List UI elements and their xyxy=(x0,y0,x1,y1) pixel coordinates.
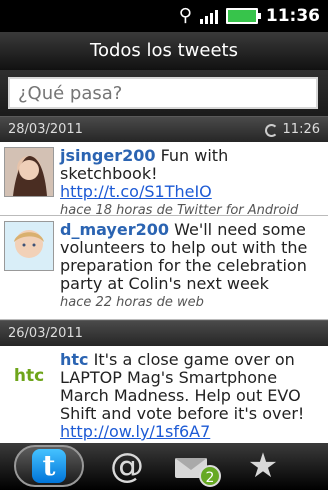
refresh-button[interactable]: 11:26 xyxy=(264,117,320,143)
status-icons: ⚲ 11:36 xyxy=(179,4,320,28)
usb-icon: ⚲ xyxy=(178,5,192,26)
tweet-card[interactable]: htc htc It's a close game over on LAPTOP… xyxy=(0,346,328,444)
htc-logo-text: htc xyxy=(13,366,45,386)
message-count-badge: 2 xyxy=(199,465,221,487)
child-avatar xyxy=(4,221,54,271)
tweet-content: d_mayer200 We'll need some volunteers to… xyxy=(60,221,322,312)
refresh-time: 11:26 xyxy=(282,122,320,137)
woman-avatar xyxy=(4,147,54,197)
tweet-text: It's a close game over on LAPTOP Mag's S… xyxy=(60,350,305,423)
date-header: 28/03/2011 11:26 xyxy=(0,116,328,142)
signal-icon xyxy=(199,8,218,24)
tweet-user[interactable]: jsinger200 xyxy=(60,146,155,165)
tweet-card[interactable]: jsinger200 Fun with sketchbook! http://t… xyxy=(0,142,328,216)
tweet-link[interactable]: http://ow.ly/1sf6A7 xyxy=(60,422,210,441)
at-icon: @ xyxy=(110,446,144,486)
messages-tab[interactable]: 2 xyxy=(158,445,228,487)
date-label: 26/03/2011 xyxy=(8,326,83,341)
clock: 11:36 xyxy=(265,6,320,26)
tweet-content: htc It's a close game over on LAPTOP Mag… xyxy=(60,351,322,441)
tweet-card[interactable]: d_mayer200 We'll need some volunteers to… xyxy=(0,216,328,320)
tweet-composer xyxy=(0,70,328,116)
tweet-link[interactable]: http://t.co/S1TheIO xyxy=(60,182,212,201)
mentions-tab[interactable]: @ xyxy=(92,445,162,487)
bottom-navigation: t @ 2 ★ xyxy=(0,443,328,490)
tweet-input[interactable] xyxy=(8,77,318,109)
tweet-user[interactable]: d_mayer200 xyxy=(60,220,169,239)
tweet-user[interactable]: htc xyxy=(60,350,89,369)
tweet-content: jsinger200 Fun with sketchbook! http://t… xyxy=(60,147,322,216)
htc-logo: htc xyxy=(4,351,54,401)
battery-icon xyxy=(225,8,261,24)
date-label: 28/03/2011 xyxy=(8,122,83,137)
twitter-tab[interactable]: t xyxy=(14,445,84,487)
tweet-meta: hace 18 horas de Twitter for Android xyxy=(60,203,299,216)
mail-icon: 2 xyxy=(171,449,221,487)
twitter-bird-icon: t xyxy=(32,449,66,483)
favorites-tab[interactable]: ★ xyxy=(228,445,298,487)
tweet-meta: hace 22 horas de web xyxy=(60,295,204,310)
star-icon: ★ xyxy=(247,446,279,486)
page-title: Todos los tweets xyxy=(0,32,328,71)
refresh-icon xyxy=(264,123,278,137)
status-bar: ⚲ 11:36 xyxy=(0,0,328,32)
date-header: 26/03/2011 xyxy=(0,320,328,346)
